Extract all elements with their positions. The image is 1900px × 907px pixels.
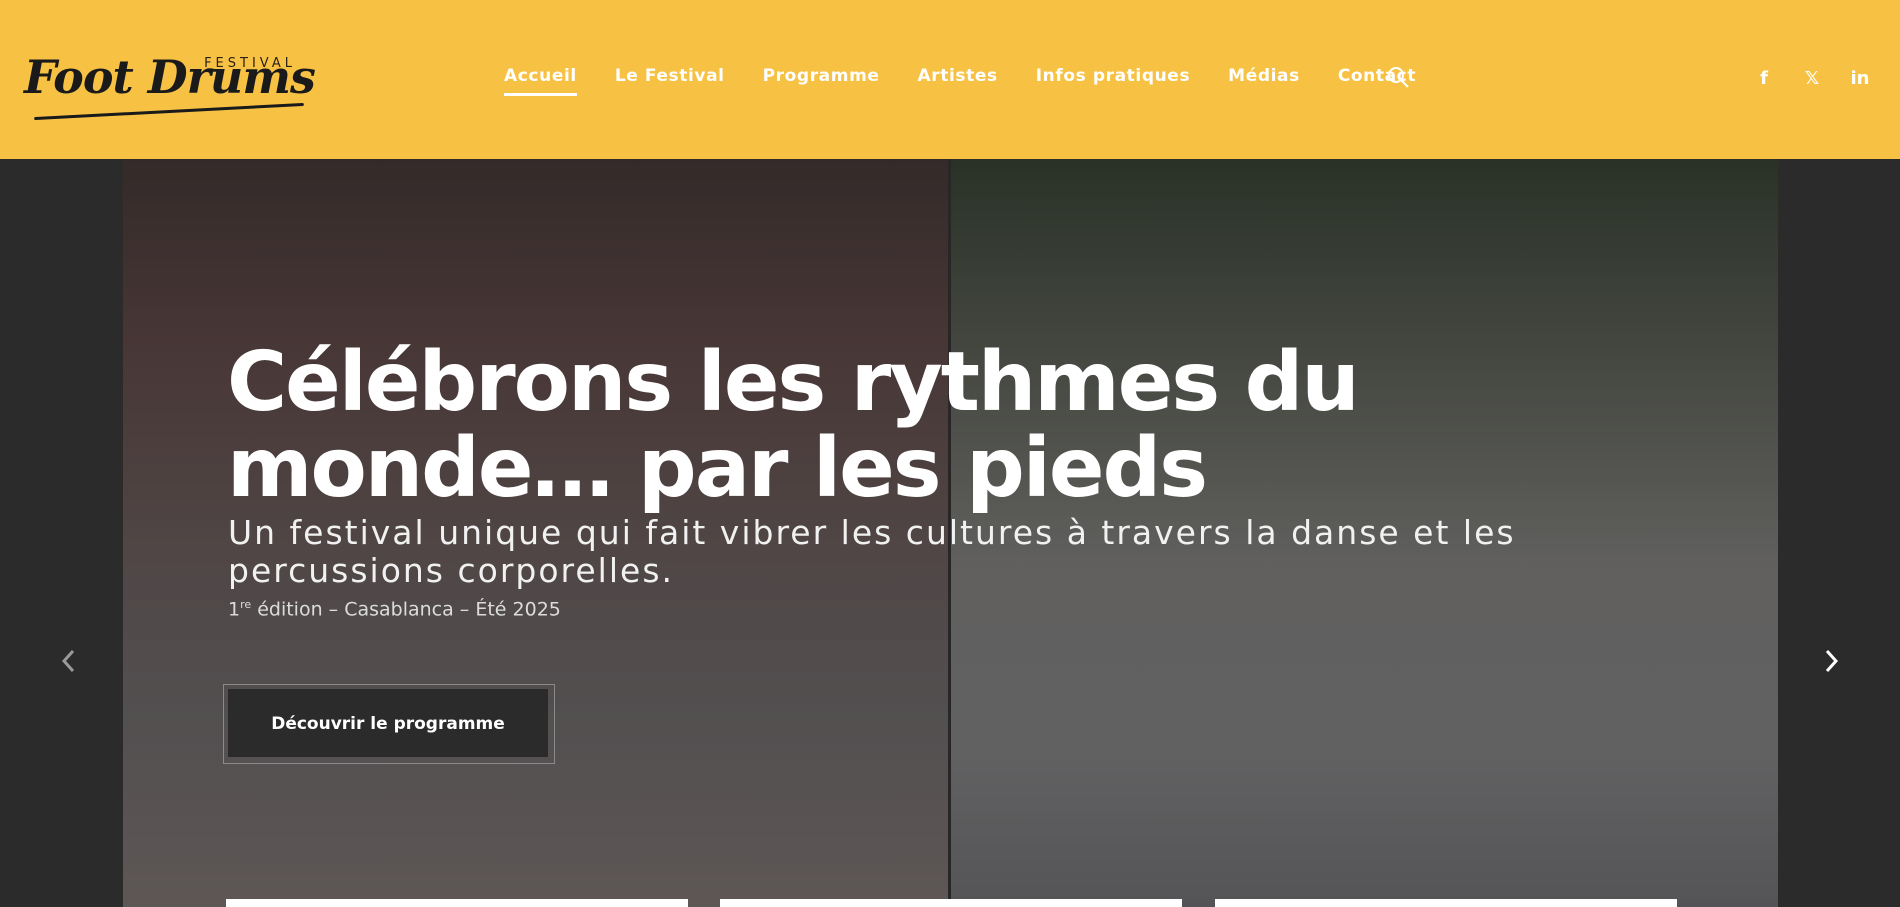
main-nav: Accueil Le Festival Programme Artistes I…	[504, 66, 1454, 96]
logo-swash	[34, 102, 304, 121]
facebook-icon[interactable]: f	[1753, 68, 1775, 90]
chevron-left-icon[interactable]	[58, 647, 80, 675]
edition-superscript: re	[240, 598, 252, 611]
linkedin-icon[interactable]: in	[1849, 68, 1871, 90]
feature-card-2[interactable]	[720, 899, 1182, 907]
nav-item-accueil[interactable]: Accueil	[504, 66, 577, 96]
edition-info: 1re édition – Casablanca – Été 2025	[228, 598, 561, 620]
chevron-right-icon[interactable]	[1820, 647, 1842, 675]
nav-item-infos-pratiques[interactable]: Infos pratiques	[1036, 66, 1190, 96]
nav-item-programme[interactable]: Programme	[763, 66, 880, 96]
feature-card-3[interactable]	[1215, 899, 1677, 907]
edition-details: édition – Casablanca – Été 2025	[251, 598, 561, 621]
nav-item-medias[interactable]: Médias	[1228, 66, 1300, 96]
logo-script-text: Foot Drums	[24, 50, 316, 104]
site-header: FESTIVAL Foot Drums Accueil Le Festival …	[0, 0, 1900, 159]
hero-title: Célébrons les rythmes du monde… par les …	[227, 335, 1360, 516]
feature-card-1[interactable]	[226, 899, 688, 907]
search-icon[interactable]	[1386, 65, 1410, 89]
nav-item-artistes[interactable]: Artistes	[918, 66, 998, 96]
discover-program-button[interactable]: Découvrir le programme	[228, 689, 548, 757]
x-icon[interactable]: 𝕏	[1801, 68, 1823, 90]
hero-subtitle: Un festival unique qui fait vibrer les c…	[228, 513, 1516, 590]
edition-number: 1	[228, 598, 241, 621]
nav-item-le-festival[interactable]: Le Festival	[615, 66, 725, 96]
festival-logo[interactable]: FESTIVAL Foot Drums	[24, 48, 316, 121]
